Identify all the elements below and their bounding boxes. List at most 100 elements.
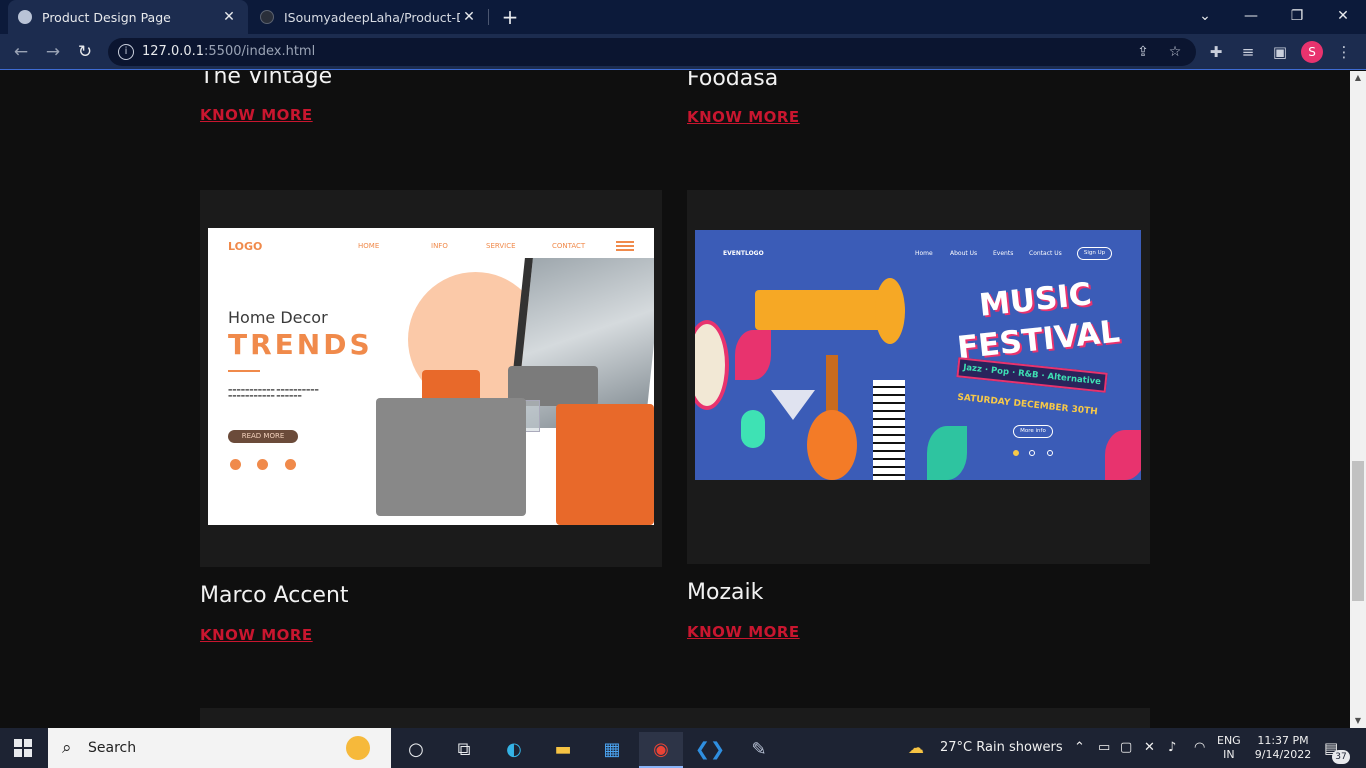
weather-icon[interactable]: ☁	[908, 728, 924, 768]
url-text[interactable]: 127.0.0.1:5500/index.html	[142, 44, 315, 59]
card-image-frame-marco-accent[interactable]: LOGO HOME INFO SERVICE CONTACT Home Deco…	[200, 190, 662, 567]
scroll-down-arrow[interactable]: ▼	[1350, 714, 1366, 728]
clock-time: 11:37 PM	[1257, 734, 1309, 747]
edge-icon[interactable]: ◐	[492, 732, 536, 768]
volume-icon[interactable]: ♪	[1168, 728, 1176, 768]
wifi-icon[interactable]: ◠	[1194, 728, 1205, 768]
tab-github[interactable]: ISoumyadeepLaha/Product-Design ✕	[250, 0, 488, 34]
close-tab-icon[interactable]: ✕	[460, 9, 478, 25]
profile-avatar[interactable]: S	[1301, 41, 1323, 63]
extensions-icon[interactable]: ✚	[1206, 42, 1226, 62]
share-icon[interactable]: ⇪	[1134, 43, 1152, 61]
leaf-decoration	[1105, 430, 1141, 480]
bookmark-star-icon[interactable]: ☆	[1166, 43, 1184, 61]
grey-sofa	[376, 398, 526, 516]
mock-nav-contact: Contact Us	[1029, 250, 1062, 257]
media-control-icon[interactable]: ≡	[1238, 42, 1258, 62]
tab-title: ISoumyadeepLaha/Product-Design	[284, 9, 460, 25]
mock-nav-contact: CONTACT	[552, 242, 586, 250]
mock-nav-home: Home	[915, 250, 933, 257]
mock-nav-about: About Us	[950, 250, 978, 257]
hamburger-icon	[616, 241, 634, 251]
paint-icon[interactable]: ✎	[737, 732, 781, 768]
chrome-icon[interactable]: ◉	[639, 732, 683, 768]
language-indicator[interactable]: ENG IN	[1217, 734, 1241, 762]
mock-nav-service: SERVICE	[486, 242, 516, 250]
close-window-button[interactable]: ✕	[1320, 0, 1366, 34]
microphone-icon	[741, 410, 765, 448]
mock-more-info-button: More info	[1013, 425, 1053, 438]
instagram-icon	[285, 459, 296, 470]
meet-now-icon[interactable]: ▭	[1098, 728, 1110, 768]
reload-icon[interactable]: ↻	[74, 41, 96, 63]
mock-logo: LOGO	[228, 240, 263, 253]
trumpet-bell	[875, 278, 905, 344]
twitter-icon	[257, 459, 268, 470]
windows-taskbar: ⌕ Search ○ ⧉ ◐ ▬ ▦ ◉ ❮❯ ✎ ☁ 27°C Rain sh…	[0, 728, 1366, 768]
taskbar-search-box[interactable]: ⌕ Search	[48, 728, 391, 768]
scroll-up-arrow[interactable]: ▲	[1350, 71, 1366, 85]
know-more-link[interactable]: KNOW MORE	[687, 623, 800, 641]
weather-text[interactable]: 27°C Rain showers	[940, 728, 1063, 768]
vscode-icon[interactable]: ❮❯	[688, 732, 732, 768]
know-more-link[interactable]: KNOW MORE	[200, 626, 313, 644]
globe-icon	[18, 10, 32, 24]
mock-heading-big: TRENDS	[228, 328, 373, 361]
notification-count-badge: 37	[1332, 750, 1350, 764]
card-title-the-vintage: The Vintage	[200, 71, 333, 89]
home-decor-preview-image: LOGO HOME INFO SERVICE CONTACT Home Deco…	[208, 228, 654, 525]
mock-genres-banner: Jazz · Pop · R&B · Alternative	[956, 357, 1108, 393]
restore-button[interactable]: ❐	[1274, 0, 1320, 34]
cocktail-glass-icon	[771, 390, 815, 420]
tab-product-design[interactable]: Product Design Page ✕	[8, 0, 248, 34]
tray-chevron-icon[interactable]: ⌃	[1074, 728, 1085, 768]
know-more-link[interactable]: KNOW MORE	[687, 108, 800, 126]
clock-date: 9/14/2022	[1254, 748, 1312, 761]
card-title-mozaik: Mozaik	[687, 580, 764, 605]
carousel-dot	[1029, 450, 1035, 456]
address-bar[interactable]: i 127.0.0.1:5500/index.html ⇪ ☆	[108, 38, 1196, 66]
site-info-icon[interactable]: i	[118, 44, 134, 60]
side-panel-icon[interactable]: ▣	[1270, 42, 1290, 62]
back-icon[interactable]: ←	[10, 41, 32, 63]
scroll-thumb[interactable]	[1352, 461, 1364, 601]
file-explorer-icon[interactable]: ▬	[541, 732, 585, 768]
menu-kebab-icon[interactable]: ⋮	[1334, 42, 1354, 62]
new-tab-button[interactable]: +	[498, 5, 522, 29]
forward-icon[interactable]: →	[42, 41, 64, 63]
card-title-marco-accent: Marco Accent	[200, 583, 349, 608]
page-viewport: The Vintage KNOW MORE Foodasa KNOW MORE …	[0, 71, 1350, 728]
cortana-icon[interactable]: ○	[394, 732, 438, 768]
next-card-frame[interactable]	[200, 708, 1150, 728]
lang-top: ENG	[1217, 734, 1241, 747]
microsoft-store-icon[interactable]: ▦	[590, 732, 634, 768]
lang-bottom: IN	[1223, 748, 1235, 761]
music-festival-preview-image: EVENTLOGO Home About Us Events Contact U…	[695, 230, 1141, 480]
browser-tab-bar: Product Design Page ✕ ISoumyadeepLaha/Pr…	[0, 0, 1366, 34]
clock[interactable]: 11:37 PM 9/14/2022	[1254, 734, 1312, 762]
carousel-dot	[1047, 450, 1053, 456]
mock-rule	[228, 370, 260, 372]
card-image-frame-mozaik[interactable]: EVENTLOGO Home About Us Events Contact U…	[687, 190, 1150, 564]
mock-nav-info: INFO	[431, 242, 448, 250]
guitar-illustration	[807, 410, 857, 480]
windows-start-icon[interactable]	[14, 739, 32, 757]
task-view-icon[interactable]: ⧉	[442, 732, 486, 768]
mock-date: SATURDAY DECEMBER 30TH	[956, 392, 1099, 418]
card-title-foodasa: Foodasa	[687, 71, 779, 91]
facebook-icon	[230, 459, 241, 470]
mock-read-more-button: READ MORE	[228, 430, 298, 443]
leaf-decoration	[927, 426, 967, 480]
mock-body-lines: ▬▬▬▬▬▬▬▬▬▬▬ ▬▬▬▬▬▬▬▬▬▬ ▬▬▬▬▬▬▬▬▬▬▬ ▬▬▬▬▬…	[228, 388, 319, 399]
know-more-link[interactable]: KNOW MORE	[200, 106, 313, 124]
close-tab-icon[interactable]: ✕	[220, 9, 238, 25]
tab-search-icon[interactable]: ⌄	[1182, 0, 1228, 34]
search-icon: ⌕	[62, 738, 72, 758]
leaf-decoration	[735, 330, 771, 380]
ime-icon[interactable]: ✕	[1144, 728, 1155, 768]
mock-heading: Home Decor	[228, 308, 328, 327]
minimize-button[interactable]: —	[1228, 0, 1274, 34]
battery-icon[interactable]: ▢	[1120, 728, 1132, 768]
mock-signup-button: Sign Up	[1077, 247, 1112, 260]
page-scrollbar[interactable]: ▲ ▼	[1350, 71, 1366, 728]
